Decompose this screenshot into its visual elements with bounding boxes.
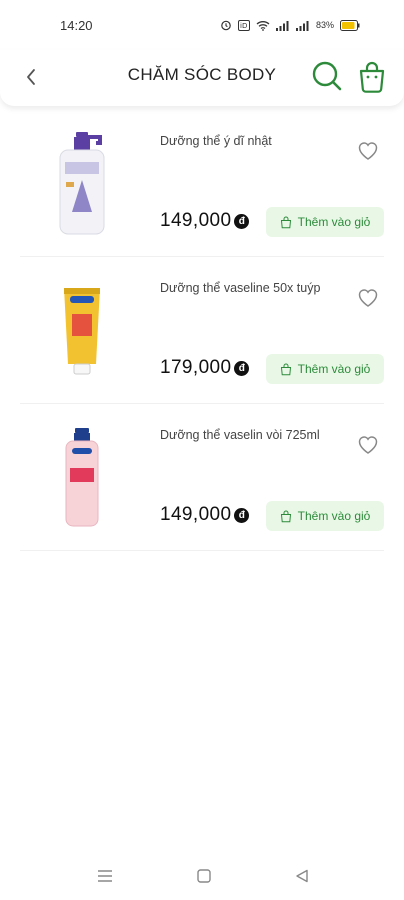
status-time: 14:20 <box>60 17 93 33</box>
favorite-button[interactable] <box>356 285 380 309</box>
cart-bag-icon <box>280 363 291 375</box>
add-to-cart-label: Thêm vào giỏ <box>297 215 371 229</box>
search-icon <box>312 61 342 91</box>
add-to-cart-button[interactable]: Thêm vào giỏ <box>266 354 384 384</box>
header: CHĂM SÓC BODY <box>0 50 404 106</box>
favorite-button[interactable] <box>356 138 380 162</box>
system-nav-bar <box>0 860 404 892</box>
currency-symbol: đ <box>234 360 250 376</box>
status-bar: 14:20 iD 83% <box>0 0 404 50</box>
status-icons: iD 83% <box>220 19 360 31</box>
cart-button[interactable] <box>356 59 388 93</box>
shopping-bag-icon <box>359 61 385 93</box>
product-list: Dưỡng thể ý dĩ nhật 149,000 đ Thêm vào g… <box>0 110 404 551</box>
back-button[interactable] <box>18 64 44 90</box>
product-image[interactable] <box>46 424 118 532</box>
cart-bag-icon <box>280 216 291 228</box>
svg-text:iD: iD <box>240 22 247 30</box>
product-image[interactable] <box>46 130 118 238</box>
product-image[interactable] <box>46 277 118 385</box>
cart-bag-icon <box>280 510 291 522</box>
home-nav-button[interactable] <box>197 869 211 883</box>
list-item[interactable]: Dưỡng thể vaseline 50x tuýp 179,000 đ Th… <box>20 257 384 404</box>
menu-nav-button[interactable] <box>97 869 113 883</box>
wifi-icon <box>256 20 270 31</box>
add-to-cart-button[interactable]: Thêm vào giỏ <box>266 207 384 237</box>
alarm-icon <box>221 20 231 31</box>
add-to-cart-label: Thêm vào giỏ <box>297 509 371 523</box>
home-square-icon <box>197 869 211 883</box>
battery-icon <box>340 19 360 31</box>
product-price: 179,000 đ <box>160 357 250 379</box>
chevron-left-icon <box>27 69 35 85</box>
pump-bottle-image <box>59 132 105 235</box>
currency-symbol: đ <box>234 507 250 523</box>
product-price: 149,000 đ <box>160 210 250 232</box>
product-name[interactable]: Dưỡng thể vaseline 50x tuýp <box>160 281 320 295</box>
signal-icon-2 <box>295 20 309 31</box>
heart-icon <box>358 142 378 160</box>
currency-symbol: đ <box>234 213 250 229</box>
price-value: 179,000 <box>160 357 232 378</box>
heart-icon <box>358 436 378 454</box>
hd-icon: iD <box>237 19 250 31</box>
menu-icon <box>98 870 112 882</box>
heart-icon <box>358 289 378 307</box>
pump-bottle-image <box>65 428 99 527</box>
list-item[interactable]: Dưỡng thể vaselin vòi 725ml 149,000 đ Th… <box>20 404 384 551</box>
back-triangle-icon <box>296 869 308 883</box>
price-value: 149,000 <box>160 504 232 525</box>
favorite-button[interactable] <box>356 432 380 456</box>
back-nav-button[interactable] <box>295 869 309 883</box>
page-title: CHĂM SÓC BODY <box>127 65 277 84</box>
add-to-cart-button[interactable]: Thêm vào giỏ <box>266 501 384 531</box>
price-value: 149,000 <box>160 210 232 231</box>
search-button[interactable] <box>311 60 343 92</box>
product-price: 149,000 đ <box>160 504 250 526</box>
product-name[interactable]: Dưỡng thể vaselin vòi 725ml <box>160 428 320 442</box>
product-name[interactable]: Dưỡng thể ý dĩ nhật <box>160 134 272 148</box>
signal-icon <box>275 20 289 31</box>
tube-image <box>64 288 100 375</box>
list-item[interactable]: Dưỡng thể ý dĩ nhật 149,000 đ Thêm vào g… <box>20 110 384 257</box>
battery-percent: 83% <box>315 20 334 30</box>
add-to-cart-label: Thêm vào giỏ <box>297 362 371 376</box>
